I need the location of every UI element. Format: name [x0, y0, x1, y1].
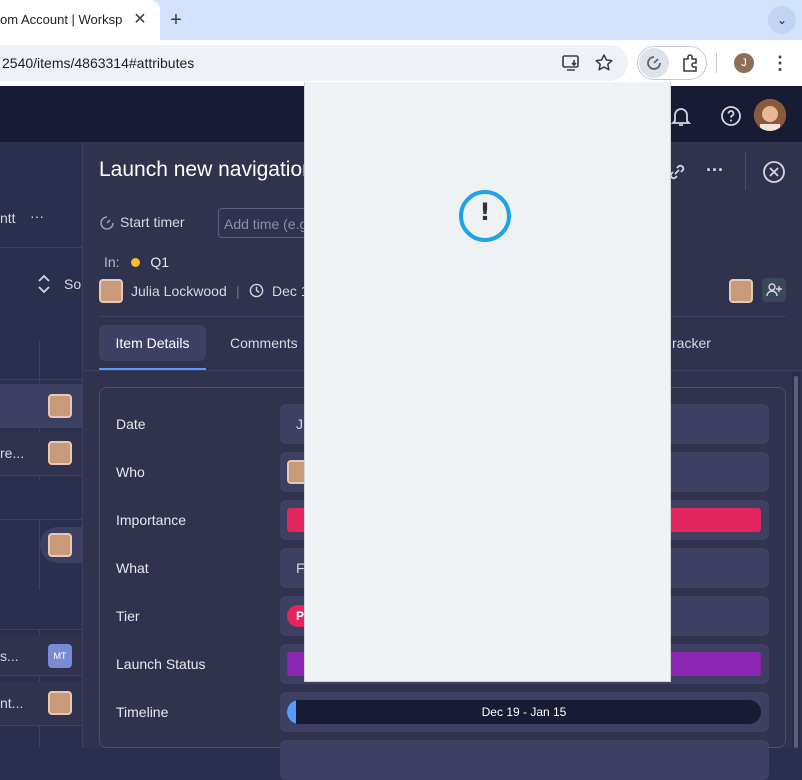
group-name[interactable]: Q1 — [150, 254, 169, 270]
field-next[interactable] — [280, 740, 769, 780]
timeline-value: Dec 19 - Jan 15 — [481, 705, 567, 719]
row-text: re... — [0, 445, 25, 461]
row-text: s... — [0, 648, 19, 664]
field-label-who: Who — [116, 464, 145, 480]
owner-avatar — [99, 279, 123, 303]
row-avatar — [48, 441, 72, 465]
bookmark-star-icon[interactable] — [593, 52, 615, 74]
user-photo-icon — [754, 99, 786, 131]
start-timer-button[interactable]: Start timer — [120, 214, 185, 230]
scrollbar-thumb[interactable] — [794, 376, 798, 748]
board-row — [0, 480, 84, 520]
timer-icon — [100, 216, 114, 230]
browser-menu-icon[interactable]: ⋮ — [770, 52, 790, 74]
new-tab-button[interactable]: + — [166, 8, 186, 32]
tab-search-icon[interactable]: ⌄ — [768, 6, 796, 34]
timer-extension-icon[interactable] — [643, 52, 665, 74]
field-label-tier: Tier — [116, 608, 140, 624]
divider — [0, 247, 84, 248]
profile-avatar[interactable]: J — [734, 53, 754, 73]
tab-close-icon[interactable]: ✕ — [131, 10, 149, 30]
tab-item-details[interactable]: Item Details — [99, 325, 206, 361]
add-person-icon — [766, 283, 782, 297]
extension-popup — [304, 82, 671, 682]
sort-label[interactable]: So — [64, 276, 81, 292]
install-app-icon[interactable] — [560, 52, 582, 74]
row-avatar — [48, 691, 72, 715]
gantt-view-label[interactable]: ntt — [0, 210, 16, 226]
close-drawer-icon[interactable] — [762, 160, 786, 184]
tab-title: om Account | Workspace — [0, 12, 122, 27]
group-color-dot — [131, 258, 141, 267]
row-avatar — [48, 394, 72, 418]
extensions-puzzle-icon[interactable] — [679, 52, 701, 74]
tab-tracker[interactable]: racker — [672, 335, 711, 351]
sort-icon[interactable] — [36, 274, 52, 294]
owner-name[interactable]: Julia Lockwood — [131, 283, 227, 299]
field-label-timeline: Timeline — [116, 704, 169, 720]
board-header-row — [0, 340, 84, 380]
alert-mark-icon: ! — [479, 198, 491, 226]
separator: | — [236, 283, 240, 299]
field-label-date: Date — [116, 416, 146, 432]
help-icon[interactable] — [718, 103, 744, 129]
row-avatar — [48, 533, 72, 557]
row-text: nt... — [0, 695, 24, 711]
board-row — [0, 590, 84, 630]
add-subscriber-button[interactable] — [762, 278, 786, 302]
item-more-icon[interactable]: ··· — [706, 160, 724, 181]
mt-badge: MT — [48, 644, 72, 668]
notifications-bell-icon[interactable] — [668, 103, 694, 129]
subscriber-avatar — [729, 279, 753, 303]
field-label-what: What — [116, 560, 149, 576]
field-label-importance: Importance — [116, 512, 187, 528]
tab-comments[interactable]: Comments — [230, 335, 298, 351]
field-label-launch-status: Launch Status — [116, 656, 206, 672]
group-row: In: Q1 — [104, 254, 169, 270]
field-date-value: J — [296, 416, 303, 432]
add-time-input[interactable]: Add time (e.g. 3h 20m) — [218, 208, 308, 238]
toolbar-divider — [716, 53, 717, 73]
view-more-icon[interactable]: ··· — [30, 208, 44, 224]
url-text[interactable]: 2540/items/4863314#attributes — [2, 55, 502, 73]
header-divider — [745, 152, 746, 190]
in-label: In: — [104, 254, 120, 270]
user-avatar[interactable] — [754, 99, 786, 131]
clock-icon — [249, 283, 264, 298]
